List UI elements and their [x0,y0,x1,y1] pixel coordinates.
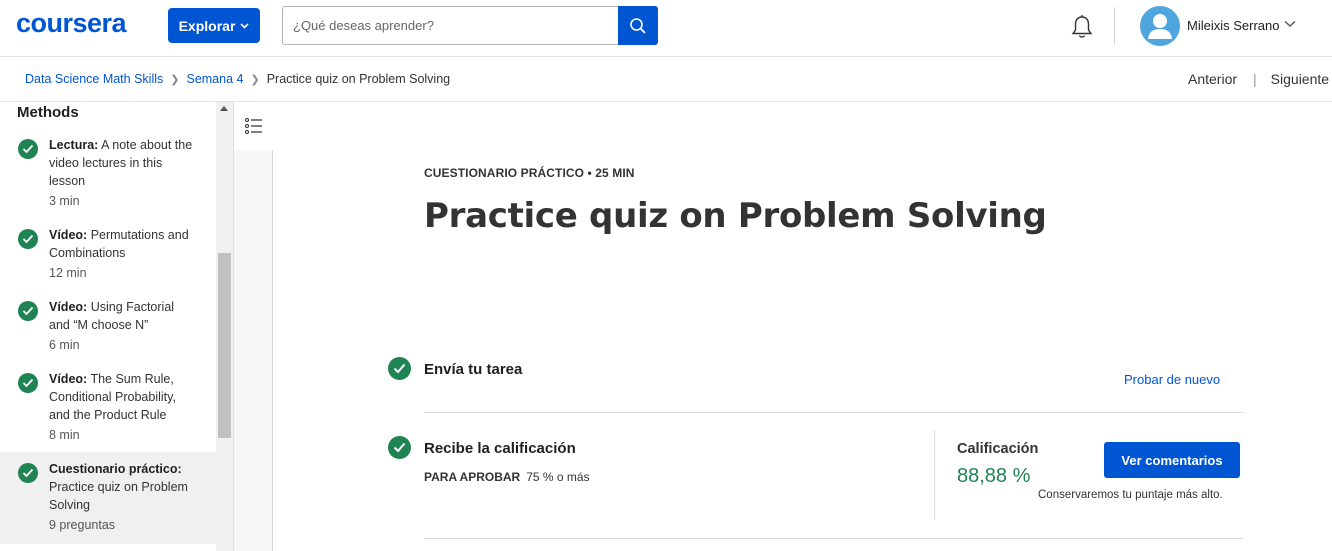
breadcrumb-current: Practice quiz on Problem Solving [266,72,451,86]
checkmark-icon [18,463,38,483]
header-divider [1114,7,1115,45]
view-feedback-button[interactable]: Ver comentarios [1104,442,1240,478]
user-name[interactable]: Mileixis Serrano [1187,18,1279,33]
item-type: Vídeo: [49,372,88,386]
grade-divider [934,430,935,520]
sidebar-item-label: Lectura: A note about the video lectures… [49,136,198,190]
section-divider [424,538,1243,539]
item-meta: 6 min [49,338,80,352]
sidebar-item-permutations-video[interactable]: Vídeo: Permutations and Combinations 12 … [0,226,216,282]
search-icon [630,17,646,34]
grade-label: Calificación [957,441,1039,457]
breadcrumb-week-link[interactable]: Semana 4 [186,72,243,86]
passing-requirement: PARA APROBAR 75 % o más [424,470,590,484]
sidebar-section-title: Methods [17,104,79,121]
breadcrumb-course-link[interactable]: Data Science Math Skills [25,72,163,86]
sidebar-item-label: Vídeo: Using Factorial and “M choose N” [49,298,198,334]
explore-button[interactable]: Explorar [168,8,260,43]
explore-label: Explorar [178,17,236,34]
item-meta: 3 min [49,194,80,208]
sidebar-scrollbar[interactable] [216,102,233,551]
item-meta: 8 min [49,428,80,442]
checkmark-icon [18,301,38,321]
search-placeholder: ¿Qué deseas aprender? [293,18,434,33]
user-icon [1148,14,1172,39]
item-navigation: Anterior | Siguiente [1188,71,1329,87]
scroll-up-arrow-icon[interactable] [220,106,228,111]
breadcrumb: Data Science Math Skills ❯ Semana 4 ❯ Pr… [25,72,450,86]
pass-value: 75 % o más [526,470,590,484]
top-navigation-bar: coursera Explorar ¿Qué deseas aprender? … [0,0,1332,57]
retry-link[interactable]: Probar de nuevo [1124,372,1220,387]
sidebar-item-sum-rule-video[interactable]: Vídeo: The Sum Rule, Conditional Probabi… [0,370,216,444]
grade-value: 88,88 % [957,465,1031,487]
chevron-right-icon: ❯ [250,73,260,86]
item-title: Practice quiz on Problem Solving [49,480,188,512]
checkmark-icon [18,139,38,159]
sidebar-item-label: Cuestionario práctico: Practice quiz on … [49,460,198,514]
sidebar-item-label: Vídeo: Permutations and Combinations [49,226,198,262]
item-meta: 9 preguntas [49,518,116,532]
search-button[interactable] [618,6,658,45]
breadcrumb-bar: Data Science Math Skills ❯ Semana 4 ❯ Pr… [0,57,1332,102]
coursera-logo[interactable]: coursera [16,8,127,39]
highest-score-note: Conservaremos tu puntaje más alto. [1038,489,1223,501]
item-type: Vídeo: [49,228,88,242]
item-type: Cuestionario práctico: [49,462,182,476]
submit-step-title: Envía tu tarea [424,361,523,378]
chevron-right-icon: ❯ [170,73,180,86]
sidebar-item-factorial-video[interactable]: Vídeo: Using Factorial and “M choose N” … [0,298,216,354]
checkmark-icon [18,373,38,393]
section-divider [424,412,1243,413]
sidebar-item-practice-quiz[interactable]: Cuestionario práctico: Practice quiz on … [0,452,216,544]
sidebar-item-label: Vídeo: The Sum Rule, Conditional Probabi… [49,370,198,424]
bell-icon [1071,15,1093,38]
previous-link[interactable]: Anterior [1188,71,1237,87]
notifications-button[interactable] [1068,12,1096,42]
checkmark-icon [18,229,38,249]
nav-separator: | [1253,71,1257,87]
course-sidebar: Methods Lectura: A note about the video … [0,102,216,551]
checkmark-icon [388,436,411,459]
chevron-down-icon[interactable] [1284,20,1296,28]
sidebar-rail [233,102,273,551]
sidebar-item-note-lecture[interactable]: Lectura: A note about the video lectures… [0,136,216,210]
pass-label: PARA APROBAR [424,470,521,484]
item-kicker: CUESTIONARIO PRÁCTICO • 25 MIN [424,166,635,180]
chevron-down-icon [240,22,249,29]
toggle-outline-button[interactable] [234,102,273,150]
next-link[interactable]: Siguiente [1271,71,1329,87]
grade-step-title: Recibe la calificación [424,440,576,457]
item-meta: 12 min [49,266,87,280]
search-input[interactable]: ¿Qué deseas aprender? [282,6,619,45]
scrollbar-thumb[interactable] [218,253,231,438]
item-type: Lectura: [49,138,99,152]
item-type: Vídeo: [49,300,88,314]
page-title: Practice quiz on Problem Solving [424,196,1047,236]
checkmark-icon [388,357,411,380]
list-icon [244,118,262,134]
avatar[interactable] [1140,6,1180,46]
